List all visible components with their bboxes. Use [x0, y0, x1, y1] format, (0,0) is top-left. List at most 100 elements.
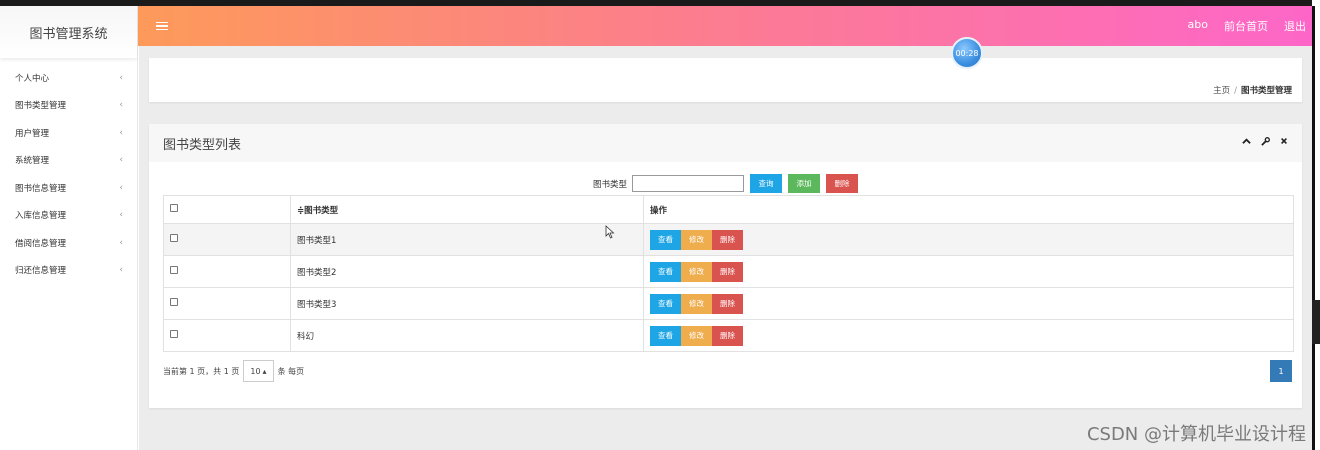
- breadcrumb-home[interactable]: 主页: [1213, 86, 1230, 96]
- view-button[interactable]: 查看: [650, 325, 681, 346]
- query-button[interactable]: 查询: [750, 174, 782, 193]
- table-header-row: ≑图书类型 操作: [163, 195, 1294, 224]
- book-type-cell: 科幻: [290, 319, 644, 352]
- sidebar-item-label: 系统管理: [15, 156, 50, 167]
- sidebar-item-users[interactable]: 用户管理 ‹: [0, 119, 137, 147]
- scrollbar-track: [1312, 6, 1315, 450]
- breadcrumb: 主页 / 图书类型管理: [1213, 84, 1292, 96]
- chevron-left-icon: ‹: [119, 210, 123, 221]
- book-type-cell: 图书类型2: [290, 255, 644, 288]
- sidebar-item-label: 归还信息管理: [15, 266, 67, 277]
- chevron-left-icon: ‹: [119, 182, 123, 193]
- breadcrumb-bar: 主页 / 图书类型管理: [149, 58, 1302, 102]
- search-label: 图书类型: [592, 179, 627, 190]
- book-type-cell: 图书类型3: [290, 287, 644, 320]
- main-content: 主页 / 图书类型管理 图书类型列表 图书类型 查询 添加 删除 ≑图书类型 操…: [139, 46, 1312, 450]
- select-all-cell: [163, 195, 291, 224]
- book-type-cell: 图书类型1: [290, 223, 644, 256]
- row-select-cell: [163, 223, 291, 256]
- actions-cell: 查看 修改 删除: [643, 287, 1294, 320]
- table-row: 图书类型1 查看 修改 删除: [163, 223, 1294, 256]
- breadcrumb-current: 图书类型管理: [1240, 86, 1292, 96]
- pagination-info: 当前第 1 页，共 1 页 10 ▴ 条 每页: [163, 360, 304, 382]
- book-type-search-input[interactable]: [632, 175, 744, 192]
- sidebar-item-label: 图书信息管理: [15, 183, 67, 194]
- batch-delete-button[interactable]: 删除: [826, 174, 858, 193]
- row-checkbox[interactable]: [170, 266, 178, 274]
- actions-cell: 查看 修改 删除: [643, 223, 1294, 256]
- page-size-select[interactable]: 10 ▴: [243, 360, 274, 382]
- edit-button[interactable]: 修改: [681, 229, 712, 250]
- sidebar-item-label: 用户管理: [15, 128, 50, 139]
- row-checkbox[interactable]: [170, 234, 178, 242]
- timer-badge: 00:28: [951, 37, 983, 69]
- list-panel: 图书类型列表 图书类型 查询 添加 删除 ≑图书类型 操作 图书类型1 查看 修…: [149, 124, 1302, 408]
- column-header-actions: 操作: [643, 195, 1294, 224]
- view-button[interactable]: 查看: [650, 229, 681, 250]
- logout-link[interactable]: 退出: [1284, 18, 1306, 34]
- watermark: CSDN @计算机毕业设计程: [1086, 424, 1306, 445]
- actions-cell: 查看 修改 删除: [643, 319, 1294, 352]
- table-row: 科幻 查看 修改 删除: [163, 319, 1294, 352]
- collapse-icon[interactable]: [1242, 137, 1251, 149]
- delete-button[interactable]: 删除: [712, 229, 743, 250]
- breadcrumb-separator: /: [1234, 86, 1237, 96]
- delete-button[interactable]: 删除: [712, 293, 743, 314]
- app-window: 图书管理系统 个人中心 ‹ 图书类型管理 ‹ 用户管理 ‹ 系统管理 ‹ 图书信息管理 ‹…: [0, 0, 1320, 450]
- sidebar-item-label: 图书类型管理: [15, 101, 67, 112]
- app-title: 图书管理系统: [0, 6, 137, 58]
- top-header: abo 前台首页 退出: [138, 6, 1312, 46]
- sidebar-item-system[interactable]: 系统管理 ‹: [0, 147, 137, 175]
- edit-button[interactable]: 修改: [681, 325, 712, 346]
- row-select-cell: [163, 287, 291, 320]
- actions-cell: 查看 修改 删除: [643, 255, 1294, 288]
- menu-toggle-icon[interactable]: [156, 21, 168, 31]
- front-home-link[interactable]: 前台首页: [1224, 18, 1268, 34]
- page-summary: 当前第 1 页，共 1 页: [163, 366, 240, 376]
- chevron-left-icon: ‹: [119, 265, 123, 276]
- book-type-table: ≑图书类型 操作 图书类型1 查看 修改 删除 图书类型2 查看 修改 删除 图…: [163, 195, 1294, 352]
- wrench-icon[interactable]: [1261, 137, 1270, 149]
- panel-tools: [1242, 137, 1288, 149]
- sidebar-item-book-types[interactable]: 图书类型管理 ‹: [0, 92, 137, 120]
- page-size-value: 10: [250, 366, 261, 376]
- caret-up-icon: ▴: [262, 366, 267, 376]
- sidebar-item-borrow[interactable]: 借阅信息管理 ‹: [0, 229, 137, 257]
- edit-button[interactable]: 修改: [681, 293, 712, 314]
- panel-title: 图书类型列表: [163, 137, 242, 153]
- add-button[interactable]: 添加: [788, 174, 820, 193]
- chevron-left-icon: ‹: [119, 155, 123, 166]
- select-all-checkbox[interactable]: [170, 204, 178, 212]
- table-row: 图书类型3 查看 修改 删除: [163, 287, 1294, 320]
- row-checkbox[interactable]: [170, 298, 178, 306]
- row-checkbox[interactable]: [170, 330, 178, 338]
- mouse-cursor-icon: [605, 225, 615, 239]
- panel-header: 图书类型列表: [149, 124, 1302, 162]
- view-button[interactable]: 查看: [650, 261, 681, 282]
- sidebar-item-profile[interactable]: 个人中心 ‹: [0, 64, 137, 92]
- row-select-cell: [163, 255, 291, 288]
- sidebar: 图书管理系统 个人中心 ‹ 图书类型管理 ‹ 用户管理 ‹ 系统管理 ‹ 图书信息管理 ‹…: [0, 6, 138, 450]
- chevron-left-icon: ‹: [119, 72, 123, 83]
- scrollbar[interactable]: [1312, 0, 1320, 450]
- sidebar-item-label: 入库信息管理: [15, 211, 67, 222]
- edit-button[interactable]: 修改: [681, 261, 712, 282]
- row-select-cell: [163, 319, 291, 352]
- per-page-label: 条 每页: [277, 366, 305, 376]
- scrollbar-thumb[interactable]: [1312, 300, 1320, 344]
- chevron-left-icon: ‹: [119, 100, 123, 111]
- delete-button[interactable]: 删除: [712, 261, 743, 282]
- chevron-left-icon: ‹: [119, 237, 123, 248]
- username-link[interactable]: abo: [1188, 18, 1208, 34]
- sidebar-item-stock-in[interactable]: 入库信息管理 ‹: [0, 202, 137, 230]
- table-row: 图书类型2 查看 修改 删除: [163, 255, 1294, 288]
- sidebar-item-label: 借阅信息管理: [15, 238, 67, 249]
- sidebar-item-book-info[interactable]: 图书信息管理 ‹: [0, 174, 137, 202]
- column-header-book-type[interactable]: ≑图书类型: [290, 195, 644, 224]
- chevron-left-icon: ‹: [119, 127, 123, 138]
- close-icon[interactable]: [1280, 137, 1288, 149]
- view-button[interactable]: 查看: [650, 293, 681, 314]
- delete-button[interactable]: 删除: [712, 325, 743, 346]
- page-button[interactable]: 1: [1270, 360, 1292, 382]
- sidebar-item-return[interactable]: 归还信息管理 ‹: [0, 257, 137, 285]
